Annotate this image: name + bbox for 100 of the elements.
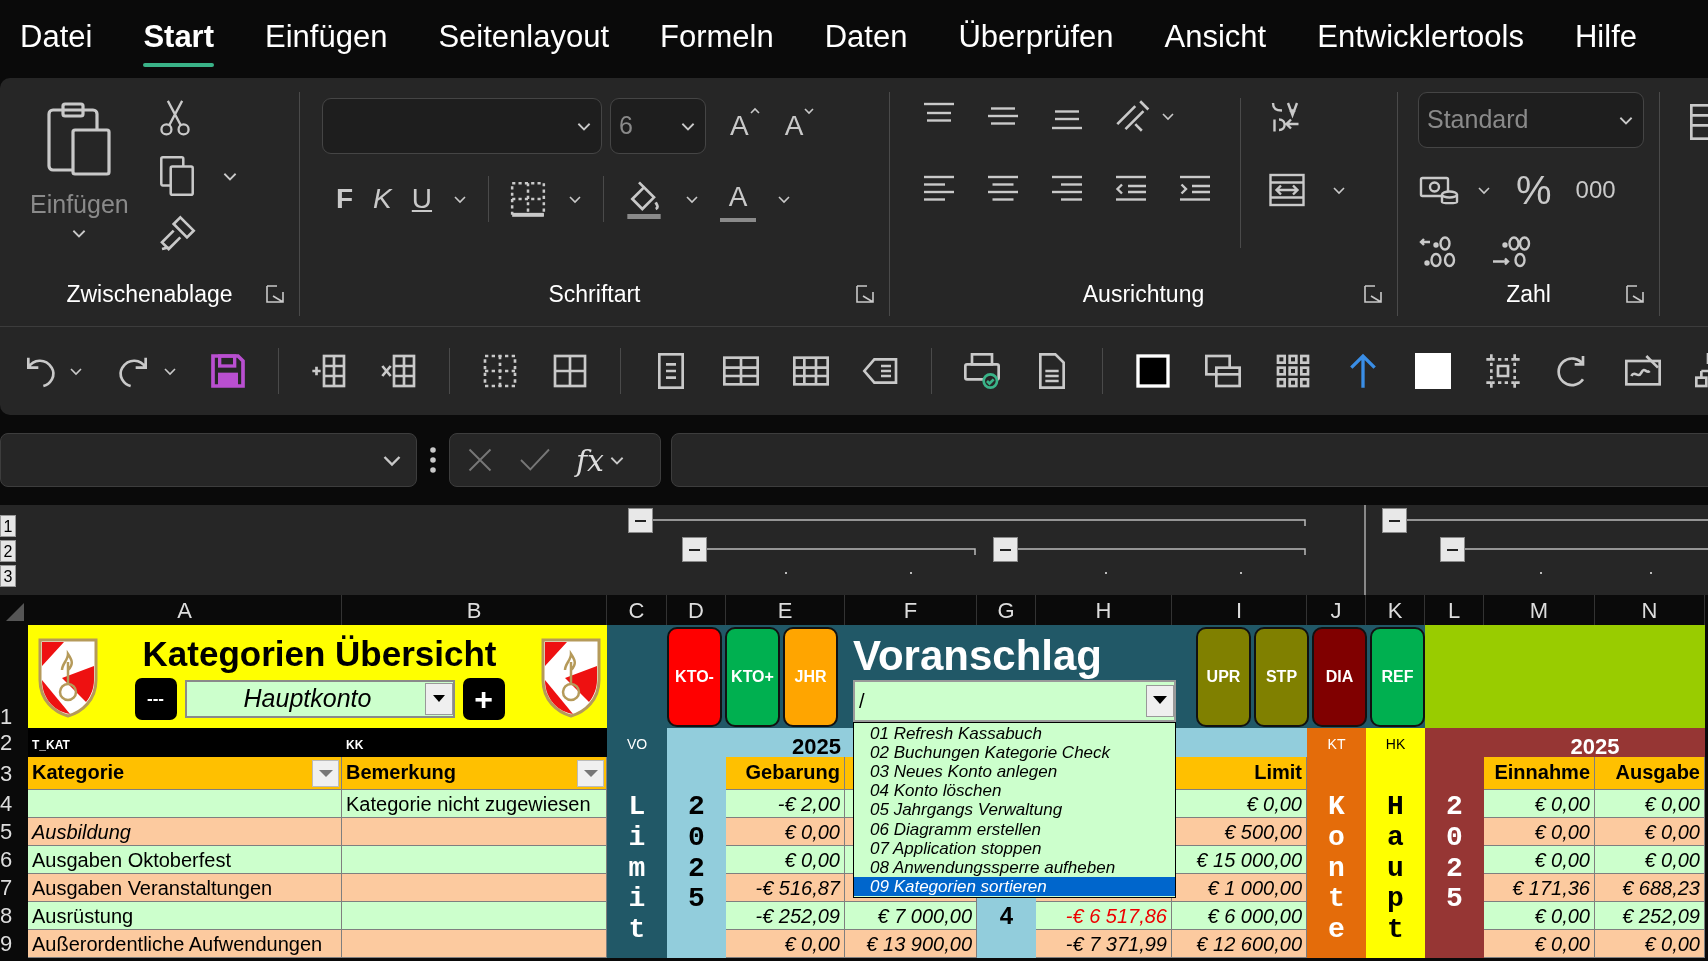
table-cell: € 0,00: [1595, 846, 1705, 874]
panel-title: Voranschlag: [853, 631, 1103, 680]
vo-label: VO: [607, 728, 667, 790]
menu-tab[interactable]: Start: [143, 11, 214, 67]
table-cell: € 0,00: [1484, 818, 1595, 846]
table-cell: € 0,00: [1484, 902, 1595, 930]
cancel-icon[interactable]: [466, 446, 494, 474]
macro-dropdown[interactable]: /: [853, 679, 1176, 722]
table-cell: € 1 000,00: [1172, 874, 1307, 902]
menu-tab[interactable]: Datei: [20, 11, 93, 67]
shrink-font-button[interactable]: A: [784, 105, 816, 147]
table-cell: € 13 900,00: [845, 930, 977, 958]
square-icon[interactable]: [1413, 350, 1453, 391]
collapse-group-button[interactable]: [682, 537, 707, 562]
outline-level-button[interactable]: 3: [0, 565, 16, 587]
dialog-launcher-icon[interactable]: [265, 284, 285, 304]
macro-button[interactable]: KTO-: [667, 626, 722, 727]
column-heading: Ausgabe: [1615, 760, 1700, 785]
percent-button[interactable]: %: [1516, 160, 1552, 220]
font-name-field[interactable]: [322, 98, 602, 154]
menu-tab[interactable]: Entwicklertools: [1317, 11, 1524, 67]
table-cell: € 7 000,00: [845, 902, 977, 930]
outline-level-button[interactable]: 2: [0, 540, 16, 562]
group-label: Ausrichtung: [1082, 279, 1205, 309]
vertical-label: Haupt: [1386, 790, 1405, 948]
dropdown-option[interactable]: 01 Refresh Kassabuch: [854, 723, 1175, 743]
column-heading: Einnahme: [1494, 760, 1590, 785]
table-cell: Ausgaben Oktoberfest: [28, 846, 342, 874]
underline-button[interactable]: U: [411, 178, 433, 220]
border-grid-icon[interactable]: [509, 180, 548, 218]
group-label: Zahl: [1506, 279, 1551, 309]
select-all-icon[interactable]: [4, 601, 26, 623]
menu-tab[interactable]: Daten: [824, 11, 908, 67]
dialog-launcher-icon[interactable]: [855, 284, 875, 304]
font-size-value: 6: [619, 110, 633, 142]
table-cell: € 171,36: [1484, 874, 1595, 902]
more-options-icon[interactable]: [427, 445, 439, 475]
bold-button[interactable]: F: [336, 178, 354, 220]
printer-icon[interactable]: [962, 350, 1002, 391]
table-cell: € 0,00: [1484, 790, 1595, 818]
collapse-group-button[interactable]: [1382, 508, 1407, 533]
table-cell: € 0,00: [1595, 930, 1705, 958]
dropdown-option[interactable]: 02 Buchungen Kategorie Check: [854, 742, 1175, 762]
add-account-button[interactable]: +: [462, 677, 505, 720]
account-dropdown[interactable]: Hauptkonto: [184, 679, 455, 718]
collapse-group-button[interactable]: [1440, 537, 1465, 562]
column-heading: Bemerkung: [346, 760, 457, 785]
merge-cells-icon[interactable]: [1267, 172, 1307, 208]
table-cell: € 0,00: [726, 930, 845, 958]
table-name-label: KK: [342, 728, 607, 757]
remove-account-button[interactable]: ---: [134, 677, 177, 720]
number-format-field[interactable]: Standard: [1418, 92, 1644, 148]
vertical-label: Konte: [1327, 790, 1346, 948]
year-label: 2025: [791, 733, 841, 757]
collapse-group-button[interactable]: [993, 537, 1018, 562]
menu-tab[interactable]: Formeln: [660, 11, 774, 67]
group-label: Zwischenablage: [66, 279, 233, 309]
table-cell: Ausrüstung: [28, 902, 342, 930]
insert-function-button[interactable]: fx: [576, 437, 605, 483]
font-color-button[interactable]: A: [720, 176, 757, 222]
table-cell: Außerordentliche Aufwendungen: [28, 930, 342, 958]
column-heading: Gebarung: [745, 760, 840, 785]
dropdown-option[interactable]: 05 Jahrgangs Verwaltung: [854, 800, 1175, 820]
kt-label: KT: [1307, 728, 1366, 790]
menu-tab[interactable]: Ansicht: [1164, 11, 1267, 67]
menu-tab[interactable]: Seitenlayout: [438, 11, 610, 67]
grow-font-button[interactable]: A: [730, 105, 761, 147]
menu-tab[interactable]: Einfügen: [265, 11, 388, 67]
table-cell: € 0,00: [1484, 930, 1595, 958]
filter-button[interactable]: [577, 760, 604, 787]
dropdown-option[interactable]: 06 Diagramm erstellen: [854, 819, 1175, 839]
dropdown-option[interactable]: 09 Kategorien sortieren: [854, 877, 1175, 897]
table-icon[interactable]: [1688, 102, 1708, 142]
macro-button[interactable]: UPR: [1196, 626, 1251, 727]
menu-tab[interactable]: Hilfe: [1575, 11, 1637, 67]
dropdown-option[interactable]: 04 Konto löschen: [854, 781, 1175, 801]
filter-button[interactable]: [312, 760, 339, 787]
menu-tab[interactable]: Überprüfen: [958, 11, 1114, 67]
table-cell: -€ 7 371,99: [1036, 930, 1172, 958]
macro-button[interactable]: STP: [1254, 626, 1309, 727]
table-cell: Kategorie nicht zugewiesen: [342, 790, 607, 818]
thousands-separator-button[interactable]: 000: [1575, 172, 1616, 208]
dropdown-arrow-icon: [1153, 696, 1167, 705]
table-cell: € 0,00: [1484, 846, 1595, 874]
dialog-launcher-icon[interactable]: [1363, 284, 1383, 304]
vertical-label: Limit: [627, 790, 647, 948]
formula-input-field[interactable]: [671, 433, 1708, 487]
macro-button[interactable]: DIA: [1312, 626, 1367, 727]
font-size-field[interactable]: 6: [610, 98, 706, 154]
dialog-launcher-icon[interactable]: [1625, 284, 1645, 304]
outline-level-button[interactable]: 1: [0, 515, 16, 537]
table-cell: Ausgaben Veranstaltungen: [28, 874, 342, 902]
table-cell: € 6 000,00: [1172, 902, 1307, 930]
italic-button[interactable]: K: [373, 178, 392, 220]
dropdown-option[interactable]: 08 Anwendungssperre aufheben: [854, 857, 1175, 878]
vertical-label: 2025: [687, 790, 706, 917]
collapse-group-button[interactable]: [628, 508, 653, 533]
dropdown-option[interactable]: 07 Application stoppen: [854, 838, 1175, 858]
dropdown-option[interactable]: 03 Neues Konto anlegen: [854, 761, 1175, 782]
hk-label: HK: [1366, 728, 1425, 790]
